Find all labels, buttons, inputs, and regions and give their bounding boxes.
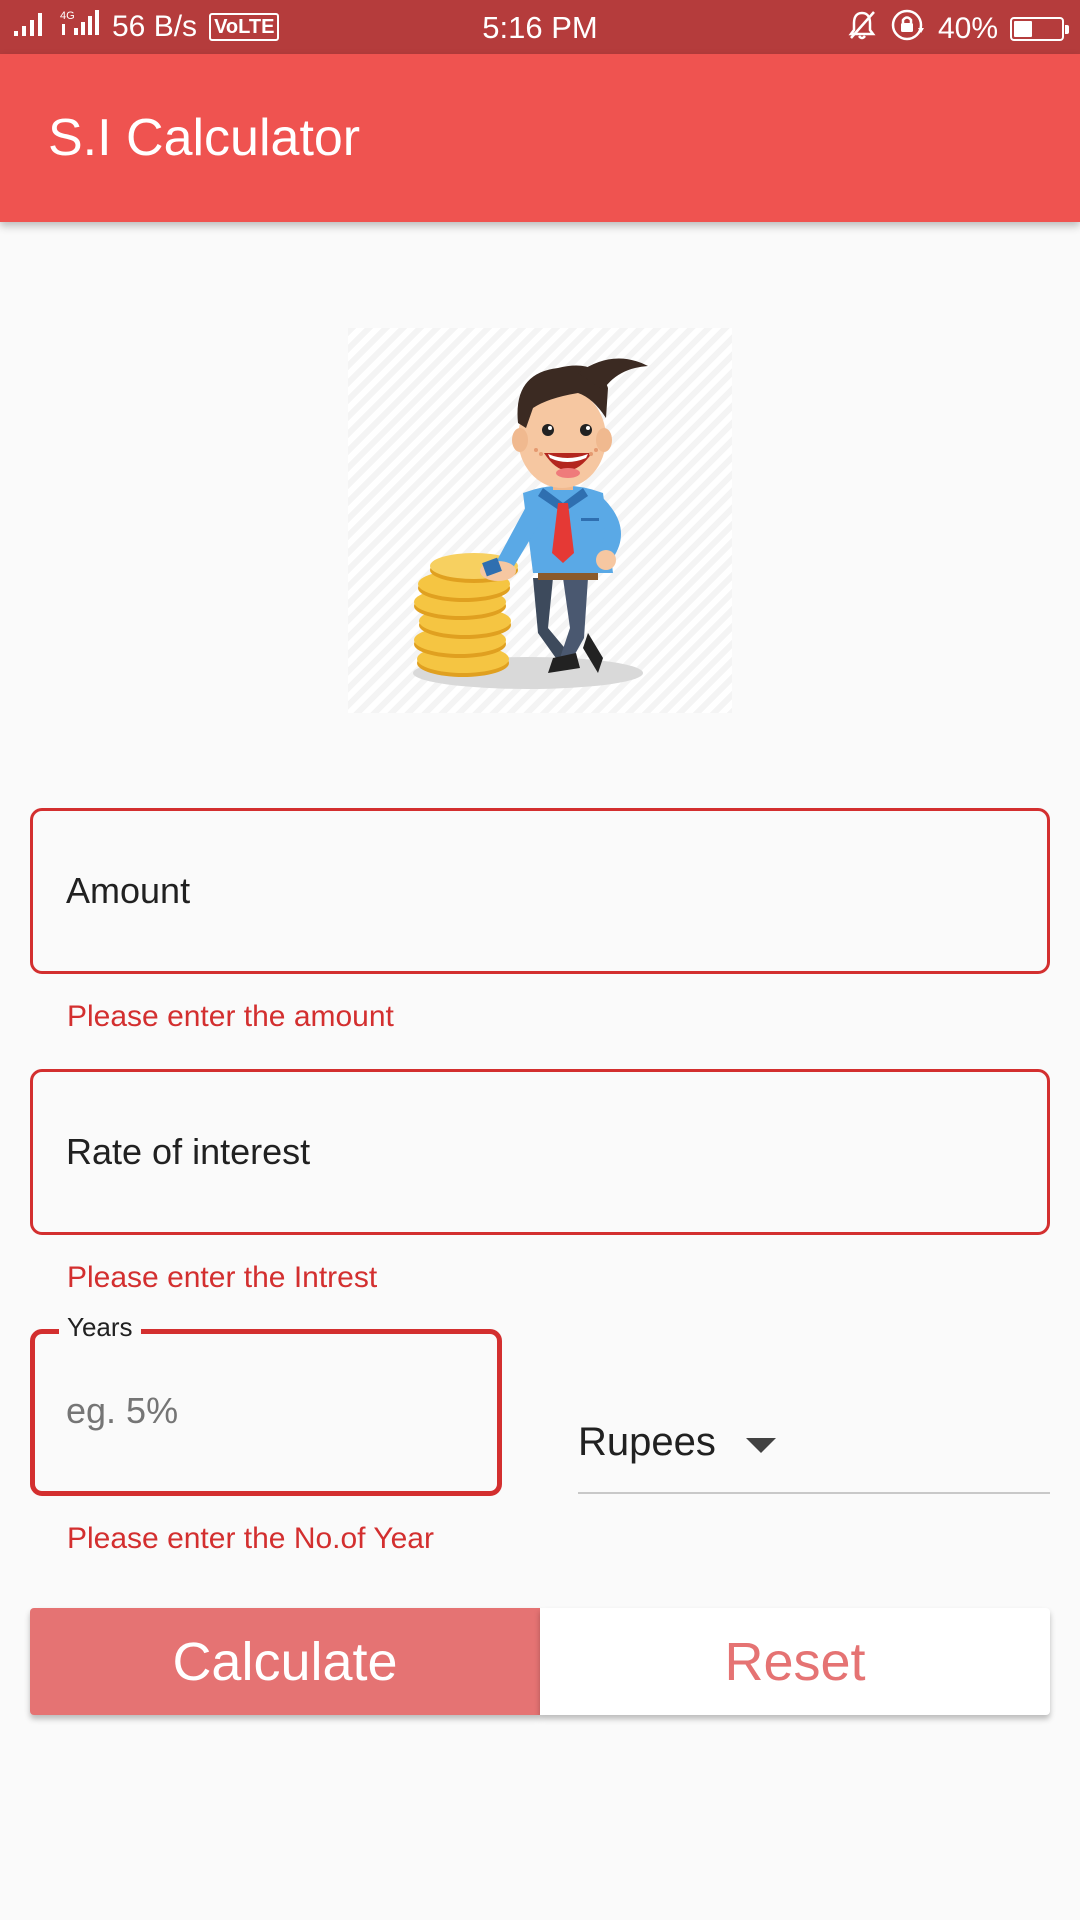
amount-error: Please enter the amount [67,1000,394,1033]
reset-button[interactable]: Reset [540,1608,1050,1715]
rate-error: Please enter the Intrest [67,1261,378,1294]
battery-level [1014,21,1032,37]
years-error: Please enter the No.of Year [67,1522,434,1555]
rotation-lock-icon [890,8,926,50]
rate-label: Rate of interest [66,1131,311,1172]
amount-label: Amount [66,870,191,911]
status-right: 40% [846,8,1069,50]
app-title: S.I Calculator [48,109,361,167]
years-input[interactable] [66,1390,466,1432]
years-field[interactable]: Years [30,1312,502,1496]
app-bar: S.I Calculator [0,54,1080,222]
rate-of-interest-field[interactable]: Rate of interest [30,1069,1050,1235]
bell-off-icon [846,9,878,49]
battery-icon [1010,17,1069,41]
businessman-coins-illustration [348,328,732,713]
battery-percent: 40% [937,12,998,45]
amount-field[interactable]: Amount [30,808,1050,974]
dropdown-arrow-icon [746,1438,776,1453]
currency-dropdown[interactable]: Rupees [578,1402,1050,1494]
status-bar: 4G 56 B/s VoLTE 5:16 PM 40% [0,0,1080,54]
currency-selected: Rupees [578,1420,716,1464]
years-label: Years [59,1312,141,1343]
calculate-button[interactable]: Calculate [30,1608,540,1715]
